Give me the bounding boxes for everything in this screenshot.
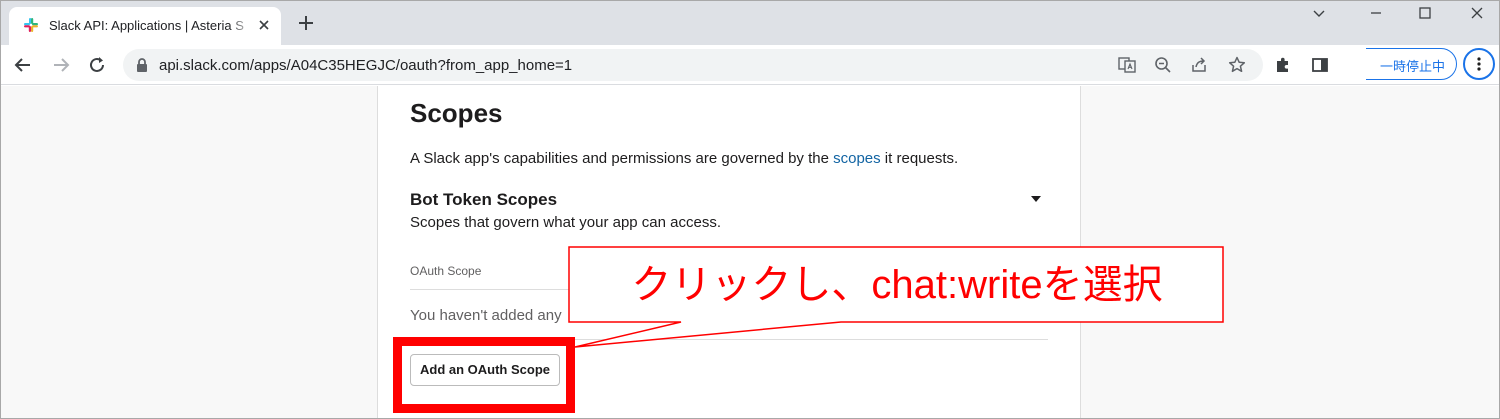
callout-text: クリックし、chat:writeを選択 bbox=[631, 263, 1163, 307]
browser-window: Slack API: Applications | Asteria S api.… bbox=[0, 0, 1500, 419]
callout-bubble bbox=[568, 246, 1224, 348]
